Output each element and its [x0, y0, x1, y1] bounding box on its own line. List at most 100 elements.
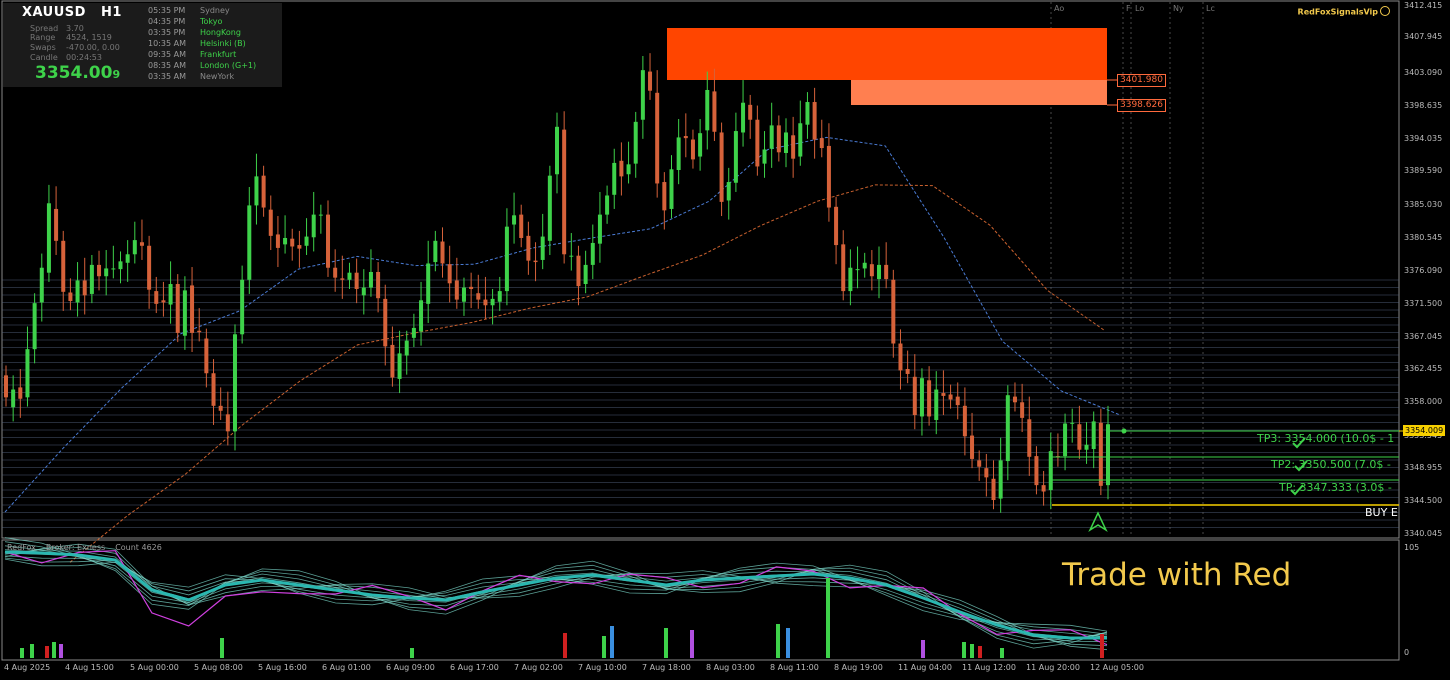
candle-body	[61, 240, 66, 292]
candle	[354, 258, 359, 304]
candle	[640, 55, 645, 139]
candle	[798, 100, 803, 166]
candle-body	[905, 368, 910, 374]
candle-body	[519, 214, 524, 238]
candle	[161, 281, 166, 317]
candle	[497, 276, 502, 311]
candle	[54, 186, 59, 255]
session-row: 04:35 PM Tokyo	[148, 17, 222, 26]
candle	[82, 257, 87, 315]
bid-price: 3354.009	[35, 63, 121, 83]
candle	[111, 245, 116, 279]
histogram-bar	[786, 628, 790, 658]
candle-body	[247, 205, 252, 280]
candle-body	[104, 268, 109, 277]
time-tick-label: 4 Aug 15:00	[65, 663, 114, 672]
candle	[318, 204, 323, 234]
candle-body	[290, 238, 295, 247]
candle-body	[118, 261, 123, 270]
info-swaps: Swaps -470.00, 0.00	[30, 43, 120, 52]
candle-body	[211, 373, 216, 406]
candle-body	[748, 104, 753, 120]
oscillator-line	[4, 543, 1108, 651]
candle-body	[741, 102, 746, 133]
candle	[297, 230, 302, 268]
price-tick-label: 3367.045	[1404, 332, 1443, 341]
candle	[139, 219, 144, 260]
candle	[512, 192, 517, 244]
candle-body	[447, 264, 452, 284]
candle-body	[504, 226, 509, 292]
candle-body	[154, 291, 159, 304]
separator-label-lo: Lo	[1135, 4, 1145, 13]
price-tick-label: 3407.945	[1404, 32, 1443, 41]
candle	[1041, 470, 1046, 506]
candle-body	[97, 264, 102, 277]
candle-body	[347, 272, 352, 280]
candle-body	[512, 215, 517, 225]
candle	[547, 165, 552, 255]
candle	[1063, 413, 1068, 471]
candle	[741, 80, 746, 147]
session-time: 04:35 PM	[148, 17, 186, 26]
candle	[304, 218, 309, 255]
candle	[175, 274, 180, 343]
candle	[232, 324, 237, 451]
candle	[762, 131, 767, 178]
candle-body	[562, 129, 567, 255]
candle-body	[490, 298, 495, 306]
histogram-bar	[1100, 634, 1104, 658]
candle-body	[168, 284, 173, 305]
candle-body	[25, 349, 30, 398]
candle-body	[461, 287, 466, 302]
candle	[912, 354, 917, 430]
candle-body	[547, 175, 552, 241]
price-tick-label: 3362.455	[1404, 364, 1443, 373]
candle	[562, 111, 567, 264]
time-tick-label: 5 Aug 00:00	[130, 663, 179, 672]
candle-body	[798, 123, 803, 157]
session-time: 10:35 AM	[148, 39, 186, 48]
candle-body	[934, 389, 939, 420]
candle-body	[669, 169, 674, 209]
candle	[812, 87, 817, 159]
candle-body	[354, 272, 359, 289]
candle-body	[1041, 485, 1046, 492]
candle-body	[54, 208, 59, 241]
candle	[612, 148, 617, 209]
supply-zone-inner	[851, 80, 1107, 105]
candle-body	[583, 264, 588, 285]
candle	[619, 142, 624, 196]
price-tick-label: 3344.500	[1404, 496, 1443, 505]
candle-body	[848, 267, 853, 292]
candle	[404, 330, 409, 375]
candle	[905, 350, 910, 384]
candle	[948, 384, 953, 409]
time-tick-label: 5 Aug 08:00	[194, 663, 243, 672]
candle-body	[175, 284, 180, 333]
candle-body	[340, 278, 345, 280]
candle	[240, 265, 245, 344]
histogram-bar	[921, 640, 925, 658]
candle	[755, 105, 760, 176]
histogram-bar	[826, 578, 830, 658]
candle	[376, 262, 381, 313]
candle-body	[640, 70, 645, 120]
candle	[1012, 382, 1017, 412]
candle-body	[283, 237, 288, 245]
candle-body	[726, 182, 731, 201]
candle	[927, 366, 932, 426]
candle-body	[633, 121, 638, 164]
candle-body	[1077, 424, 1082, 450]
candle-body	[1027, 419, 1032, 457]
histogram-bar	[962, 642, 966, 658]
symbol-title: XAUUSD H1	[22, 5, 122, 20]
candle-body	[955, 396, 960, 406]
oscillator-line	[4, 545, 1108, 641]
time-tick-label: 11 Aug 12:00	[962, 663, 1016, 672]
candle-body	[225, 414, 230, 432]
candle-body	[877, 264, 882, 280]
candle	[25, 326, 30, 407]
candle-body	[776, 125, 781, 153]
candle	[633, 111, 638, 178]
